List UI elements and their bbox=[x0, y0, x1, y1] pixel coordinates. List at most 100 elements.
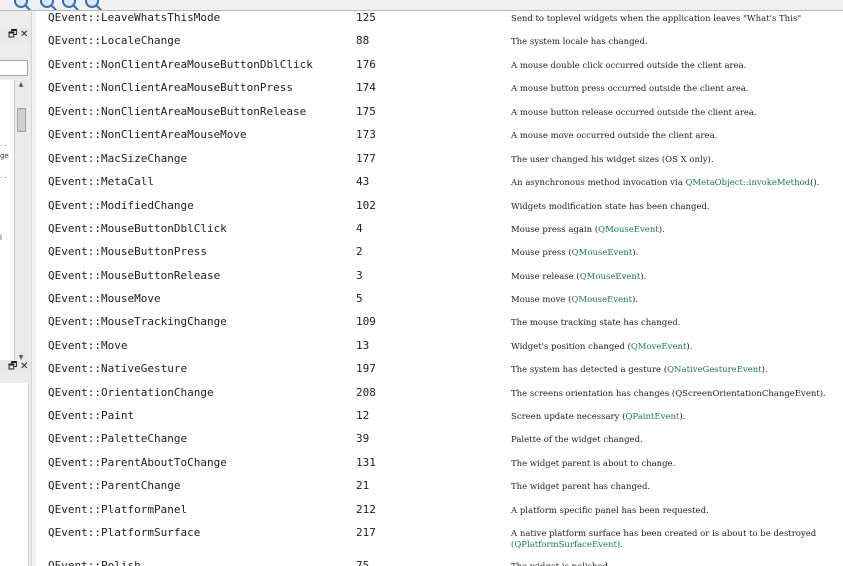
description-text: A mouse double click occurred outside th… bbox=[511, 61, 747, 71]
event-description: Screen update necessary (QPaintEvent). bbox=[511, 412, 843, 423]
event-description: The screens orientation has changes (QSc… bbox=[511, 389, 843, 400]
vertical-scrollbar[interactable]: ▲ ▼ bbox=[14, 80, 27, 363]
event-value: 109 bbox=[356, 315, 376, 328]
event-value: 13 bbox=[356, 339, 370, 352]
filter-input[interactable] bbox=[0, 60, 28, 76]
event-name: QEvent::Polish bbox=[48, 559, 141, 566]
dock-close-icon[interactable]: ✕ bbox=[20, 28, 28, 42]
event-value: 125 bbox=[356, 11, 376, 24]
event-description: Widget's position changed (QMoveEvent). bbox=[511, 342, 843, 353]
class-link[interactable]: QMetaObject::invokeMethod bbox=[685, 178, 810, 188]
event-description: A platform specific panel has been reque… bbox=[511, 506, 843, 517]
event-name: QEvent::MouseTrackingChange bbox=[48, 315, 227, 328]
event-name: QEvent::PlatformPanel bbox=[48, 503, 188, 516]
event-value: 177 bbox=[356, 152, 376, 165]
event-name: QEvent::MouseButtonRelease bbox=[48, 269, 221, 282]
description-text: The screens orientation has changes (QSc… bbox=[511, 389, 826, 399]
event-value: 39 bbox=[356, 432, 370, 445]
event-name: QEvent::Paint bbox=[48, 409, 135, 422]
description-text: A mouse move occurred outside the client… bbox=[511, 131, 718, 141]
event-description: An asynchronous method invocation via QM… bbox=[511, 178, 843, 189]
event-description: The widget parent is about to change. bbox=[511, 459, 843, 470]
dock-float-icon[interactable]: 🗗 bbox=[8, 360, 17, 374]
class-link[interactable]: QMouseEvent bbox=[598, 225, 659, 235]
event-value: 43 bbox=[356, 175, 370, 188]
event-name: QEvent::ParentAboutToChange bbox=[48, 456, 227, 469]
description-text-suffix: ). bbox=[658, 225, 665, 235]
event-value: 212 bbox=[356, 503, 376, 516]
description-text: Mouse press ( bbox=[511, 248, 572, 258]
event-name: QEvent::PlatformSurface bbox=[48, 526, 201, 539]
description-text-suffix: ). bbox=[632, 248, 639, 258]
event-value: 102 bbox=[356, 199, 376, 212]
dock-title-bar-lower: 🗗 ✕ bbox=[0, 360, 31, 374]
event-description: A mouse double click occurred outside th… bbox=[511, 61, 843, 72]
event-value: 131 bbox=[356, 456, 376, 469]
event-name: QEvent::OrientationChange bbox=[48, 386, 214, 399]
description-text: The system has detected a gesture ( bbox=[511, 365, 668, 375]
list-item[interactable]: . . bbox=[0, 172, 7, 180]
description-text: Palette of the widget changed. bbox=[511, 435, 643, 445]
description-text: The widget is polished. bbox=[511, 562, 611, 566]
list-item[interactable]: . . bbox=[0, 140, 7, 148]
zoom-in-icon[interactable] bbox=[40, 0, 54, 8]
event-value: 217 bbox=[356, 526, 376, 539]
dock-title-bar: 🗗 ✕ bbox=[0, 28, 31, 42]
event-value: 88 bbox=[356, 34, 370, 47]
class-link[interactable]: QMouseEvent bbox=[572, 248, 633, 258]
description-text: The user changed his widget sizes (OS X … bbox=[511, 155, 714, 165]
class-link[interactable]: QMoveEvent bbox=[631, 342, 687, 352]
class-link[interactable]: QPaintEvent bbox=[625, 412, 679, 422]
description-line2-link[interactable]: (QPlatformSurfaceEvent). bbox=[511, 540, 843, 551]
event-value: 5 bbox=[356, 292, 363, 305]
magnifier-icon[interactable] bbox=[14, 0, 28, 8]
zoom-out-icon[interactable] bbox=[62, 0, 76, 8]
description-text: Mouse move ( bbox=[511, 295, 572, 305]
class-link[interactable]: QNativeGestureEvent bbox=[667, 365, 762, 375]
event-name: QEvent::MouseMove bbox=[48, 292, 161, 305]
description-text-suffix: ). bbox=[761, 365, 768, 375]
description-text: The mouse tracking state has changed. bbox=[511, 318, 681, 328]
description-text: Mouse press again ( bbox=[511, 225, 599, 235]
event-description: A mouse move occurred outside the client… bbox=[511, 131, 843, 142]
scroll-thumb[interactable] bbox=[17, 108, 26, 132]
event-description: Palette of the widget changed. bbox=[511, 435, 843, 446]
event-name: QEvent::MouseButtonDblClick bbox=[48, 222, 227, 235]
dock-float-icon[interactable]: 🗗 bbox=[8, 28, 17, 42]
event-name: QEvent::NonClientAreaMouseMove bbox=[48, 128, 247, 141]
event-description: The system locale has changed. bbox=[511, 37, 843, 48]
description-text: A platform specific panel has been reque… bbox=[511, 506, 709, 516]
scroll-up-icon[interactable]: ▲ bbox=[16, 80, 26, 90]
left-side-panel: 🗗 ✕ . . ge . . l ▲ ▼ 🗗 ✕ bbox=[0, 11, 31, 566]
event-description: The widget parent has changed. bbox=[511, 482, 843, 493]
event-description: Mouse move (QMouseEvent). bbox=[511, 295, 843, 306]
class-link[interactable]: QMouseEvent bbox=[571, 295, 632, 305]
class-link[interactable]: QMouseEvent bbox=[580, 272, 641, 282]
event-value: 4 bbox=[356, 222, 363, 235]
description-text: The widget parent is about to change. bbox=[511, 459, 676, 469]
event-description: Widgets modification state has been chan… bbox=[511, 202, 843, 213]
event-name: QEvent::LeaveWhatsThisMode bbox=[48, 11, 221, 24]
description-text: Mouse release ( bbox=[511, 272, 580, 282]
event-value: 176 bbox=[356, 58, 376, 71]
event-value: 197 bbox=[356, 362, 376, 375]
list-item[interactable]: l bbox=[0, 234, 2, 242]
description-text: An asynchronous method invocation via bbox=[511, 178, 686, 188]
description-text: Widget's position changed ( bbox=[511, 342, 631, 352]
dock-close-icon[interactable]: ✕ bbox=[20, 360, 28, 374]
event-description: The mouse tracking state has changed. bbox=[511, 318, 843, 329]
event-value: 21 bbox=[356, 479, 370, 492]
index-list[interactable]: . . ge . . l bbox=[0, 80, 14, 363]
event-description: The widget is polished. bbox=[511, 562, 843, 566]
event-name: QEvent::NonClientAreaMouseButtonRelease bbox=[48, 105, 307, 118]
event-value: 175 bbox=[356, 105, 376, 118]
event-name: QEvent::MetaCall bbox=[48, 175, 154, 188]
event-description: A mouse button press occurred outside th… bbox=[511, 84, 843, 95]
event-name: QEvent::Move bbox=[48, 339, 128, 352]
list-item[interactable]: ge bbox=[0, 152, 9, 160]
event-name: QEvent::MouseButtonPress bbox=[48, 245, 207, 258]
event-description: Mouse press (QMouseEvent). bbox=[511, 248, 843, 259]
zoom-reset-icon[interactable] bbox=[85, 0, 99, 8]
event-name: QEvent::NonClientAreaMouseButtonDblClick bbox=[48, 58, 313, 71]
event-name: QEvent::NonClientAreaMouseButtonPress bbox=[48, 81, 294, 94]
